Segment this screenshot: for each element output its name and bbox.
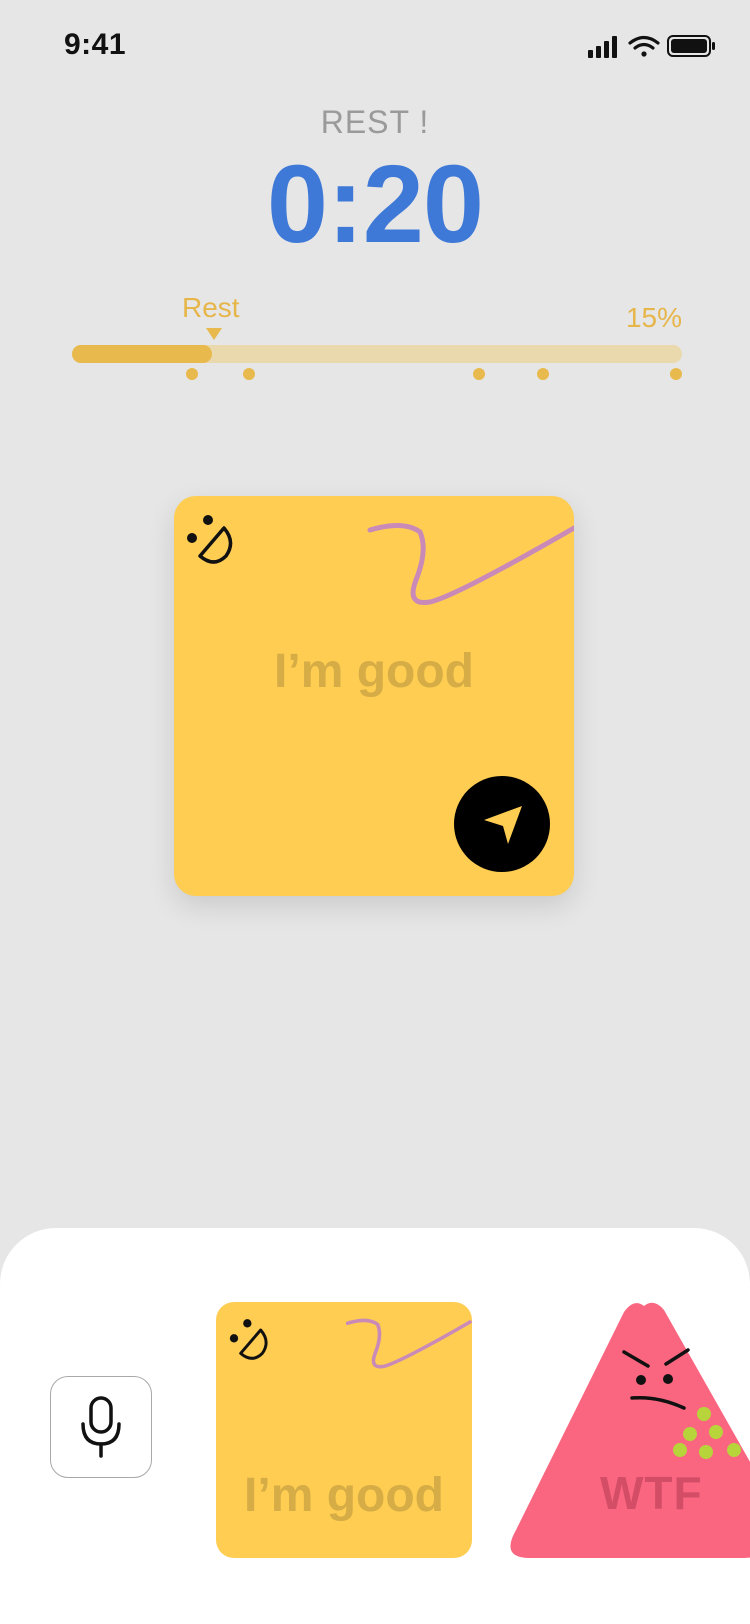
milestone-dot (473, 368, 485, 380)
progress-fill (72, 345, 212, 363)
countdown-timer: 0:20 (266, 143, 484, 266)
reaction-card-im-good[interactable]: I’m good (216, 1302, 472, 1558)
status-icons (588, 35, 715, 58)
microphone-icon (81, 1396, 121, 1458)
milestone-dot (186, 368, 198, 380)
milestone-dot (243, 368, 255, 380)
send-icon (484, 806, 522, 844)
milestone-dot (537, 368, 549, 380)
progress-phase-label: Rest (182, 292, 240, 323)
phase-label: REST ! (320, 104, 430, 140)
milestone-dot (670, 368, 682, 380)
reaction-card-text: WTF (600, 1467, 703, 1519)
progress-marker-icon (206, 328, 222, 340)
send-button[interactable] (454, 776, 550, 872)
progress-percent: 15% (625, 302, 682, 333)
status-time: 9:41 (64, 28, 127, 61)
selected-reaction-card: I’m good (174, 496, 574, 896)
squiggle-doodle (367, 523, 574, 606)
face-icon (187, 515, 233, 564)
reaction-card-wtf[interactable] (508, 1300, 750, 1560)
microphone-button[interactable] (50, 1376, 152, 1478)
squiggle-doodle (345, 1318, 472, 1369)
wifi-icon (628, 35, 660, 57)
face-icon (229, 1319, 268, 1360)
battery-icon (667, 35, 715, 57)
card-text: I’m good (274, 645, 474, 698)
signal-icon (588, 36, 617, 58)
reaction-card-text: I’m good (244, 1469, 444, 1522)
